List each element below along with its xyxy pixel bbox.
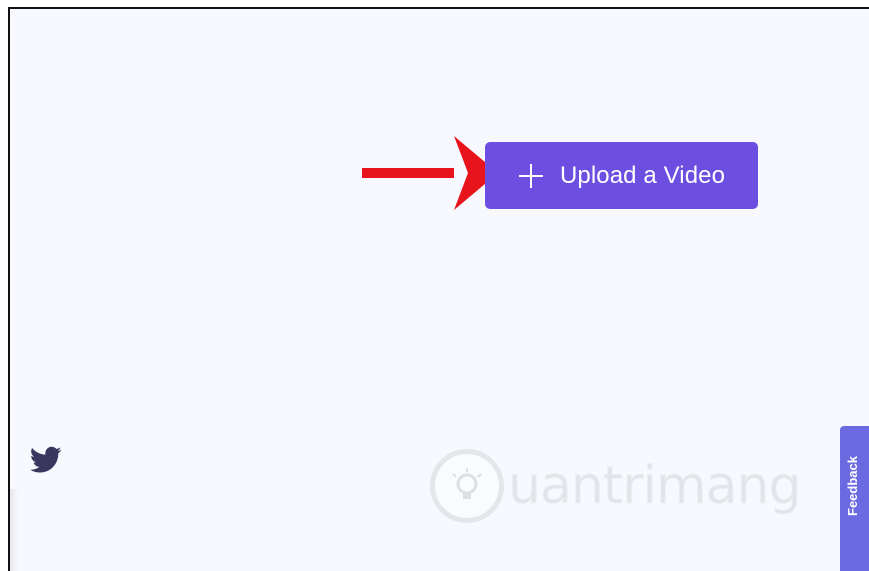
feedback-label: Feedback (845, 456, 860, 516)
lightbulb-icon (430, 449, 504, 523)
edge-shadow (10, 489, 18, 571)
upload-button-label: Upload a Video (559, 161, 726, 189)
watermark-text: uantrimang (507, 456, 801, 517)
feedback-tab[interactable]: Feedback (840, 426, 869, 571)
arrow-right-icon (362, 136, 498, 210)
watermark: uantrimang (430, 446, 802, 526)
twitter-icon[interactable] (30, 446, 62, 474)
page-frame: Upload a Video uantrimang Feedback (8, 7, 869, 571)
upload-video-button[interactable]: Upload a Video (485, 142, 758, 209)
plus-icon (518, 163, 544, 189)
